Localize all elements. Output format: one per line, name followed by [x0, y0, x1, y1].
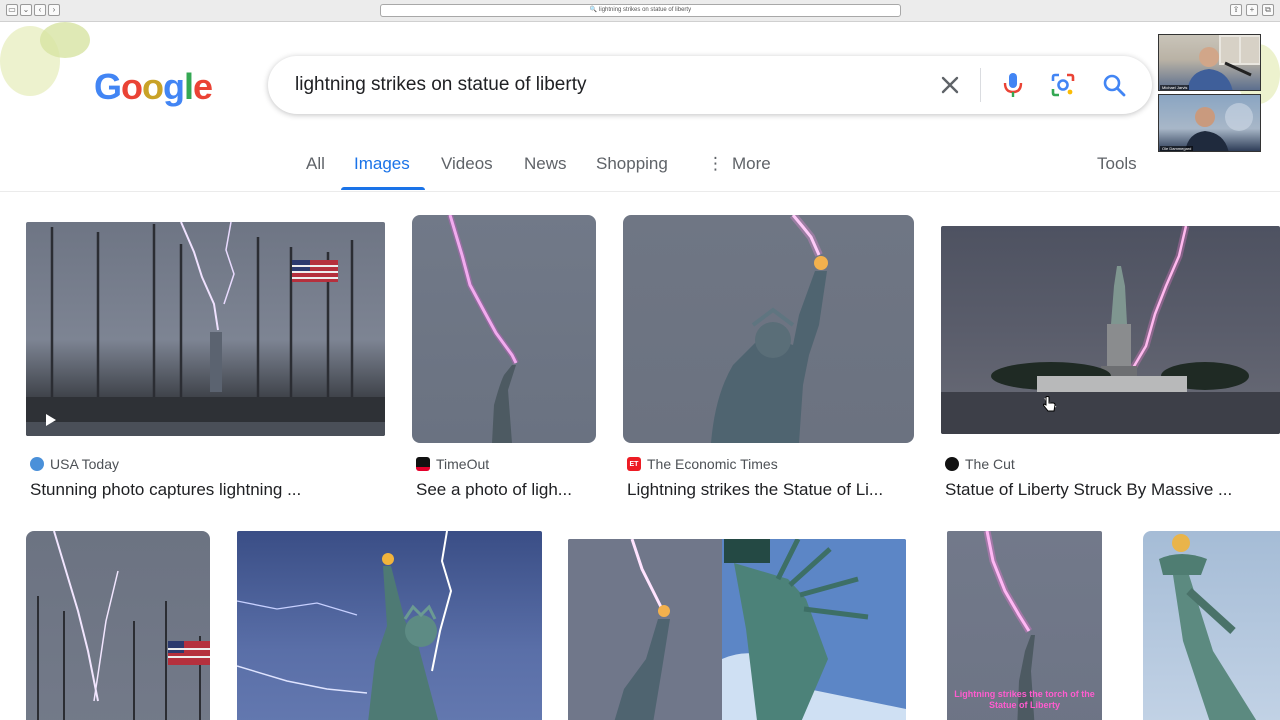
lens-camera-icon[interactable]: [1048, 70, 1078, 100]
logo-letter: o: [142, 66, 164, 107]
share-icon[interactable]: ⇪: [1230, 4, 1242, 16]
result-title[interactable]: Lightning strikes the Statue of Li...: [627, 480, 927, 500]
result-source[interactable]: The Cut: [945, 456, 1015, 472]
source-name: TimeOut: [436, 456, 490, 472]
logo-letter: e: [193, 66, 213, 107]
source-name: The Cut: [965, 456, 1015, 472]
economic-times-favicon-icon: ET: [627, 457, 641, 471]
search-input[interactable]: lightning strikes on statue of liberty: [295, 74, 587, 96]
lightning-flagpoles-image: [26, 222, 385, 436]
person-icon: [1185, 103, 1253, 151]
lightning-statue-image: [711, 215, 828, 443]
result-image[interactable]: [1143, 531, 1280, 720]
result-source[interactable]: USA Today: [30, 456, 119, 472]
logo-letter: l: [184, 66, 194, 107]
lightning-flagpoles-image: [37, 531, 210, 720]
address-bar[interactable]: 🔍 lightning strikes on statue of liberty: [380, 4, 901, 17]
google-logo[interactable]: Google: [94, 66, 213, 108]
source-name: The Economic Times: [647, 456, 778, 472]
result-image[interactable]: [237, 531, 542, 720]
result-source[interactable]: TimeOut: [416, 456, 489, 472]
webcam-name: Michael Jarvis: [1160, 85, 1190, 90]
header-divider: [0, 191, 1280, 192]
tab-videos[interactable]: Videos: [441, 154, 493, 174]
image-caption: Lightning strikes the torch of the Statu…: [954, 689, 1095, 710]
tab-images[interactable]: Images: [354, 154, 410, 174]
logo-letter: g: [163, 66, 185, 107]
search-divider: [980, 68, 981, 102]
clear-icon[interactable]: [935, 70, 965, 100]
doodle-leaf: [40, 22, 90, 58]
tab-overview-icon[interactable]: ⧉: [1262, 4, 1274, 16]
result-image[interactable]: [26, 531, 210, 720]
tab-news[interactable]: News: [524, 154, 567, 174]
result-image[interactable]: [412, 215, 596, 443]
result-image[interactable]: [623, 215, 914, 443]
result-title[interactable]: Statue of Liberty Struck By Massive ...: [945, 480, 1275, 500]
statue-torch-image: [1159, 534, 1257, 720]
result-title[interactable]: See a photo of ligh...: [416, 480, 606, 500]
search-icon[interactable]: [1099, 70, 1129, 100]
result-source[interactable]: ET The Economic Times: [627, 456, 778, 472]
logo-letter: G: [94, 66, 122, 107]
result-image[interactable]: [26, 222, 385, 436]
webcam-bottom: Ole Dammegard: [1158, 94, 1261, 152]
lightning-statue-image: [237, 531, 453, 720]
active-tab-indicator: [341, 187, 425, 190]
microphone-icon[interactable]: [998, 70, 1028, 100]
tools-button[interactable]: Tools: [1097, 154, 1137, 174]
tab-more[interactable]: ⋮ More: [707, 154, 771, 174]
lightning-liberty-island-image: [941, 226, 1280, 434]
chevron-down-icon[interactable]: ⌄: [20, 4, 32, 16]
result-title[interactable]: Stunning photo captures lightning ...: [30, 480, 400, 500]
logo-letter: o: [121, 66, 143, 107]
tab-more-label: More: [732, 154, 771, 173]
new-tab-button[interactable]: +: [1246, 4, 1258, 16]
back-button[interactable]: ‹: [34, 4, 46, 16]
more-dots-icon: ⋮: [707, 154, 724, 173]
result-image[interactable]: [941, 226, 1280, 434]
the-cut-favicon-icon: [945, 457, 959, 471]
tab-all[interactable]: All: [306, 154, 325, 174]
webcam-top: Michael Jarvis: [1158, 34, 1261, 91]
search-box[interactable]: lightning strikes on statue of liberty: [268, 56, 1152, 114]
sidebar-toggle-icon[interactable]: ▭: [6, 4, 18, 16]
forward-button[interactable]: ›: [48, 4, 60, 16]
person-icon: [1187, 35, 1260, 90]
source-name: USA Today: [50, 456, 120, 472]
lightning-comparison-image: [568, 539, 906, 720]
usa-today-favicon-icon: [30, 457, 44, 471]
browser-toolbar: ▭ ⌄ ‹ › 🔍 lightning strikes on statue of…: [0, 0, 1280, 22]
hand-cursor-icon: [1043, 396, 1056, 412]
result-image[interactable]: [568, 539, 906, 720]
search-tabs: All Images Videos News Shopping ⋮ More To…: [0, 140, 1280, 192]
lightning-torch-image: [447, 215, 519, 443]
timeout-favicon-icon: [416, 457, 430, 471]
tab-shopping[interactable]: Shopping: [596, 154, 668, 174]
webcam-name: Ole Dammegard: [1160, 146, 1194, 151]
result-image[interactable]: Lightning strikes the torch of the Statu…: [947, 531, 1102, 720]
